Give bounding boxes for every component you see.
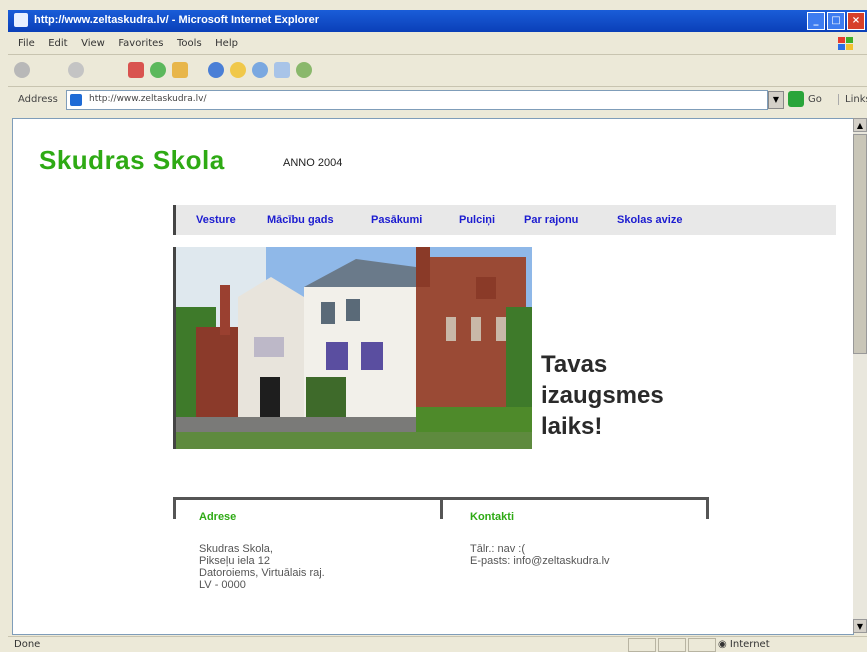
status-panel	[658, 638, 686, 652]
print-icon[interactable]	[296, 62, 312, 78]
slogan: Tavas izaugsmes laiks!	[541, 349, 664, 442]
maximize-button[interactable]: □	[827, 12, 845, 30]
browser-window: http://www.zeltaskudra.lv/ - Microsoft I…	[0, 0, 867, 652]
status-panel	[688, 638, 716, 652]
contact-line: Tālr.: nav :(	[470, 543, 526, 555]
nav-item-vesture[interactable]: Vesture	[196, 214, 236, 226]
slogan-line-1: Tavas	[541, 351, 608, 378]
scroll-thumb[interactable]	[853, 134, 867, 354]
mail-icon[interactable]	[274, 62, 290, 78]
address-input[interactable]: http://www.zeltaskudra.lv/	[66, 90, 768, 110]
status-zone-label: Internet	[729, 639, 770, 650]
nav-item-pulcini[interactable]: Pulciņi	[459, 214, 495, 226]
refresh-icon[interactable]	[150, 62, 166, 78]
menu-bar: File Edit View Favorites Tools Help	[8, 34, 867, 55]
minimize-button[interactable]: _	[807, 12, 825, 30]
ie-page-icon	[14, 13, 28, 27]
window-title: http://www.zeltaskudra.lv/ - Microsoft I…	[34, 14, 320, 26]
media-icon[interactable]	[252, 62, 268, 78]
menu-favorites[interactable]: Favorites	[118, 38, 163, 49]
address-bar: Address http://www.zeltaskudra.lv/ ▼ Go …	[8, 88, 867, 112]
slogan-line-2: izaugsmes	[541, 382, 664, 409]
status-text: Done	[14, 639, 41, 650]
ie-page-icon	[70, 94, 82, 106]
forward-icon[interactable]	[68, 62, 84, 78]
nav-item-par-rajonu[interactable]: Par rajonu	[524, 214, 578, 226]
site-title: Skudras Skola	[39, 145, 225, 175]
favorites-icon[interactable]	[230, 62, 246, 78]
slogan-line-3: laiks!	[541, 413, 603, 440]
status-panels	[628, 638, 716, 652]
go-arrow-icon[interactable]	[788, 91, 804, 107]
search-icon[interactable]	[208, 62, 224, 78]
menu-tools[interactable]: Tools	[177, 38, 202, 49]
school-buildings-photo	[173, 247, 532, 449]
address-url[interactable]: http://www.zeltaskudra.lv/	[89, 94, 206, 104]
address-line: Pikseļu iela 12	[199, 555, 270, 567]
stop-icon[interactable]	[128, 62, 144, 78]
site-nav: Vesture Mācību gads Pasākumi Pulciņi Par…	[173, 205, 836, 235]
contact-line[interactable]: E-pasts: info@zeltaskudra.lv	[470, 555, 610, 567]
page-viewport: Skudras Skola ANNO 2004 Vesture Mācību g…	[12, 118, 854, 635]
address-heading: Adrese	[199, 511, 237, 523]
address-line: LV - 0000	[199, 579, 246, 591]
close-button[interactable]: ×	[847, 12, 865, 30]
menu-file[interactable]: File	[18, 38, 35, 49]
menu-help[interactable]: Help	[215, 38, 238, 49]
info-right-border	[706, 497, 709, 519]
links-button[interactable]: Links	[838, 94, 867, 105]
home-icon[interactable]	[172, 62, 188, 78]
xp-logo-icon	[838, 37, 853, 50]
vertical-scrollbar[interactable]: ▲ ▼	[853, 118, 867, 633]
info-left-border	[173, 497, 176, 519]
contacts-heading: Kontakti	[470, 511, 514, 523]
info-middle-border	[440, 497, 443, 519]
address-dropdown-button[interactable]: ▼	[768, 91, 784, 109]
site-anno: ANNO 2004	[283, 157, 343, 169]
internet-zone-icon: ◉ Internet	[718, 639, 770, 650]
status-panel	[628, 638, 656, 652]
menu-view[interactable]: View	[81, 38, 105, 49]
scroll-down-button[interactable]: ▼	[853, 619, 867, 633]
address-label: Address	[18, 94, 58, 105]
nav-item-pasakumi[interactable]: Pasākumi	[371, 214, 422, 226]
address-line: Datoroiems, Virtuālais raj.	[199, 567, 325, 579]
toolbar	[8, 56, 867, 87]
menu-edit[interactable]: Edit	[48, 38, 67, 49]
status-bar: Done ◉ Internet	[8, 636, 867, 652]
back-icon[interactable]	[14, 62, 30, 78]
title-bar[interactable]: http://www.zeltaskudra.lv/ - Microsoft I…	[8, 10, 867, 32]
nav-item-skolas-avize[interactable]: Skolas avize	[617, 214, 682, 226]
go-button[interactable]: Go	[808, 94, 822, 105]
nav-item-macibu-gads[interactable]: Mācību gads	[267, 214, 334, 226]
address-line: Skudras Skola,	[199, 543, 273, 555]
scroll-up-button[interactable]: ▲	[853, 118, 867, 132]
